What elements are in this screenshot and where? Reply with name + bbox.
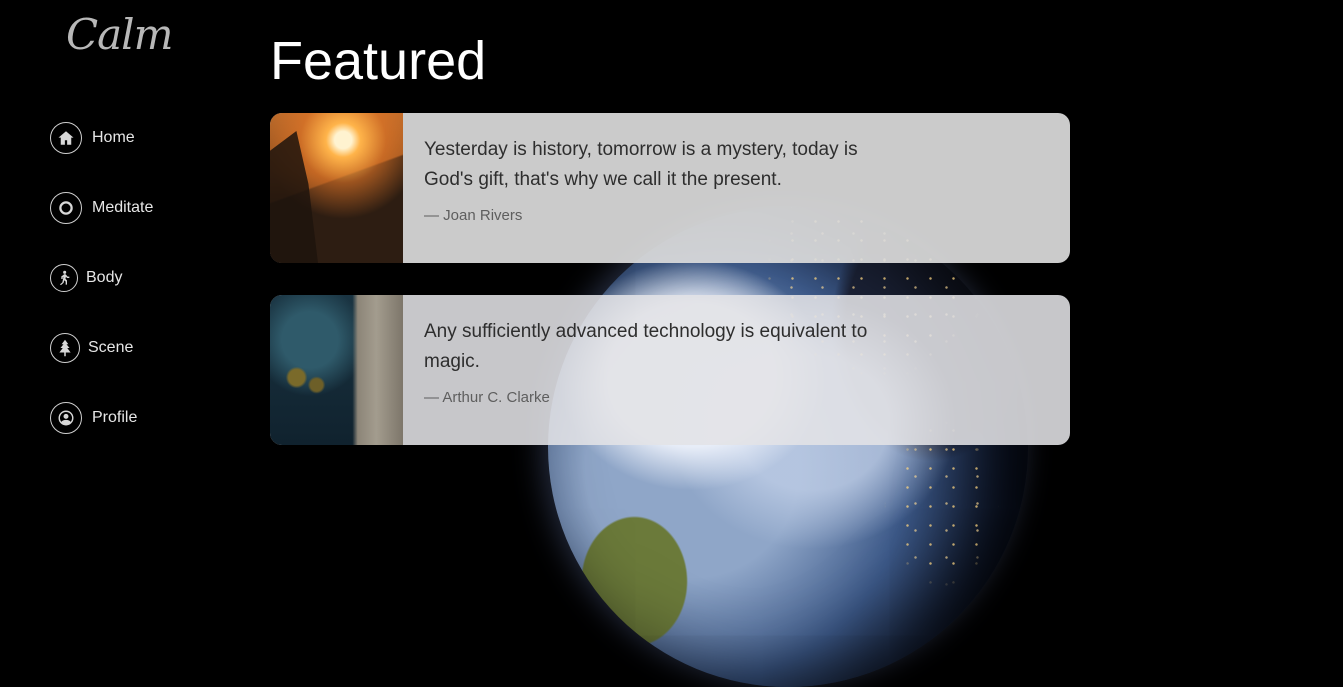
quote-card[interactable]: Yesterday is history, tomorrow is a myst… [270,113,1070,263]
sidebar-item-scene[interactable]: Scene [50,330,153,366]
sidebar-item-meditate[interactable]: Meditate [50,190,153,226]
walking-person-icon [50,264,78,292]
quote-author: — Arthur C. Clarke [424,389,550,406]
quote-content: Any sufficiently advanced technology is … [270,295,904,406]
sidebar-item-label: Profile [92,409,138,426]
sidebar-item-label: Body [86,269,123,286]
tree-icon [50,333,80,363]
earth-background-image [548,207,1028,687]
calm-logo[interactable]: Calm [66,10,176,66]
page-title: Featured [270,31,487,91]
quote-author: — Joan Rivers [424,207,523,224]
sidebar-item-body[interactable]: Body [50,260,153,296]
quote-card[interactable]: Any sufficiently advanced technology is … [270,295,1070,445]
city-lights [548,207,1028,687]
sidebar-item-label: Scene [88,339,134,356]
quote-text: Any sufficiently advanced technology is … [424,321,868,372]
user-circle-icon [50,402,82,434]
sidebar-item-home[interactable]: Home [50,120,153,156]
sidebar-item-label: Meditate [92,199,154,216]
sidebar-nav: Home Meditate Body Scene Profile [50,120,153,470]
sidebar-item-profile[interactable]: Profile [50,400,153,436]
circle-icon [50,192,82,224]
quote-text: Yesterday is history, tomorrow is a myst… [424,139,858,190]
home-icon [50,122,82,154]
quote-content: Yesterday is history, tomorrow is a myst… [270,113,904,224]
sidebar-item-label: Home [92,129,135,146]
